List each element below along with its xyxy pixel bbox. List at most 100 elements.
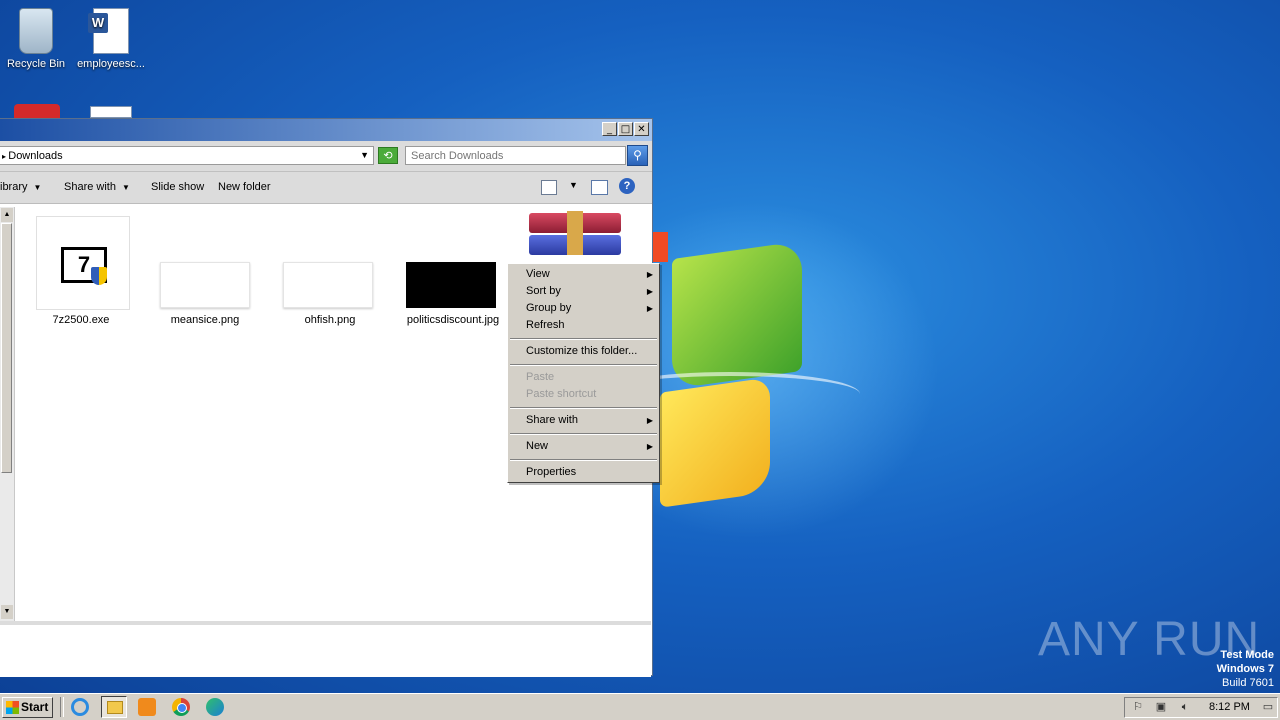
desktop-icon-recycle-bin[interactable]: Recycle Bin [0, 8, 76, 70]
search-input[interactable] [411, 148, 621, 163]
menu-separator [510, 364, 657, 366]
internet-explorer-icon[interactable] [71, 698, 89, 716]
change-view-icon[interactable] [541, 180, 557, 195]
scroll-down-icon[interactable]: ▼ [1, 605, 13, 619]
recycle-bin-icon [19, 8, 53, 54]
address-bar[interactable]: ▸ Downloads ▼ [0, 146, 374, 165]
submenu-arrow-icon: ▶ [646, 287, 653, 296]
search-box[interactable] [405, 146, 626, 165]
edge-icon[interactable] [206, 698, 224, 716]
file-name: meansice.png [170, 314, 240, 326]
menu-item-sort-by[interactable]: Sort by ▶ [510, 283, 657, 300]
menu-separator [510, 459, 657, 461]
menu-item-paste-shortcut[interactable]: Paste shortcut [510, 386, 657, 403]
scroll-up-icon[interactable]: ▲ [1, 208, 13, 222]
share-with-label: Share with [64, 181, 116, 193]
desktop-icon-label: Recycle Bin [6, 58, 66, 70]
slide-show-button[interactable]: Slide show [151, 181, 204, 193]
windows-logo-green-pane [672, 240, 802, 390]
menu-item-label: Share with [526, 414, 578, 426]
menu-item-new[interactable]: New ▶ [510, 438, 657, 455]
menu-item-paste[interactable]: Paste [510, 369, 657, 386]
desktop-app-icon[interactable] [14, 104, 60, 118]
menu-item-group-by[interactable]: Group by ▶ [510, 300, 657, 317]
word-document-icon [88, 8, 129, 54]
scrollbar-thumb[interactable] [1, 223, 12, 473]
menu-separator [510, 338, 657, 340]
desktop-icon-document[interactable]: employeesc... [71, 8, 151, 70]
menu-item-label: Paste shortcut [526, 388, 597, 400]
submenu-arrow-icon: ▶ [646, 304, 653, 313]
menu-item-label: Group by [526, 302, 572, 314]
minimize-button[interactable]: _ [602, 122, 617, 136]
maximize-button[interactable]: □ [618, 122, 633, 136]
chrome-icon[interactable] [172, 698, 190, 716]
menu-item-share-with[interactable]: Share with ▶ [510, 412, 657, 429]
menu-item-label: View [526, 268, 550, 280]
windows-logo-icon [6, 701, 19, 714]
address-dropdown-icon[interactable]: ▼ [360, 150, 369, 160]
submenu-arrow-icon: ▶ [646, 416, 653, 425]
menu-item-properties[interactable]: Properties [510, 464, 657, 481]
menu-item-view[interactable]: View ▶ [510, 266, 657, 283]
menu-separator [510, 433, 657, 435]
context-menu: View ▶ Sort by ▶ Group by ▶ Refresh Customi… [507, 263, 660, 483]
share-with-button[interactable]: Share with ▼ [64, 181, 130, 193]
image-thumbnail [283, 262, 373, 308]
menu-separator [510, 407, 657, 409]
details-pane [0, 621, 651, 677]
menu-item-label: Paste [526, 371, 555, 383]
folder-icon [107, 701, 123, 714]
file-name: 7z2500.exe [52, 314, 110, 326]
chevron-down-icon: ▼ [33, 183, 42, 192]
chevron-down-icon: ▼ [121, 183, 130, 192]
command-bar: ibrary ▼ Share with ▼ Slide show New folde… [0, 172, 652, 204]
search-icon[interactable]: ⚲ [627, 145, 648, 166]
build-label: Build 7601 [1222, 677, 1274, 689]
menu-item-customize[interactable]: Customize this folder... [510, 343, 657, 360]
os-label: Windows 7 [1216, 663, 1274, 675]
close-button[interactable]: ✕ [634, 122, 649, 136]
refresh-icon[interactable]: ⟲ [378, 147, 398, 164]
include-in-library-button[interactable]: ibrary ▼ [0, 181, 41, 193]
uac-shield-icon [91, 267, 107, 285]
winrar-icon [529, 211, 621, 255]
menu-item-refresh[interactable]: Refresh [510, 317, 657, 334]
vertical-scrollbar[interactable]: ▲ ▼ [0, 207, 15, 621]
image-thumbnail [406, 262, 496, 308]
submenu-arrow-icon: ▶ [646, 270, 653, 279]
breadcrumb-downloads[interactable]: Downloads [8, 150, 62, 162]
address-row: ▸ Downloads ▼ ⟲ ⚲ [0, 141, 652, 172]
file-name: politicsdiscount.jpg [406, 314, 500, 326]
library-button-label: ibrary [0, 181, 28, 193]
menu-item-label: Sort by [526, 285, 561, 297]
start-button[interactable]: Start [2, 697, 53, 718]
menu-item-label: Customize this folder... [526, 345, 638, 357]
image-thumbnail [160, 262, 250, 308]
desktop-document-icon[interactable] [90, 106, 132, 118]
new-folder-button[interactable]: New folder [218, 181, 271, 193]
network-icon[interactable]: ▣ [1154, 701, 1168, 714]
system-tray: ⚐ ▣ 🔈︎ 8:12 PM ▭ [1124, 697, 1278, 718]
test-mode-label: Test Mode [1220, 649, 1274, 661]
window-titlebar[interactable]: _ □ ✕ [0, 119, 652, 141]
menu-item-label: New [526, 440, 549, 452]
start-label: Start [21, 700, 49, 714]
menu-item-label: Properties [526, 466, 577, 478]
submenu-arrow-icon: ▶ [646, 442, 653, 451]
action-center-flag-icon[interactable]: ⚐ [1131, 701, 1145, 714]
preview-pane-icon[interactable] [591, 180, 608, 195]
windows-explorer-taskbar-button[interactable] [101, 696, 127, 718]
file-name: ohfish.png [304, 314, 356, 326]
7zip-installer-icon: 7 [36, 216, 130, 310]
taskbar-clock[interactable]: 8:12 PM [1209, 701, 1250, 713]
help-icon[interactable]: ? [619, 178, 635, 194]
views-dropdown-icon[interactable]: ▼ [569, 180, 578, 190]
test-mode-text: Test Mode Windows 7 Build 7601 [1217, 648, 1274, 690]
taskbar-separator [60, 697, 64, 717]
media-player-icon[interactable] [138, 698, 156, 716]
menu-item-label: Refresh [526, 319, 565, 331]
show-desktop-icon[interactable]: ▭ [1261, 701, 1275, 714]
volume-icon[interactable]: 🔈︎ [1178, 701, 1192, 714]
taskbar: Start ⚐ ▣ 🔈︎ 8:12 PM ▭ [0, 693, 1280, 720]
